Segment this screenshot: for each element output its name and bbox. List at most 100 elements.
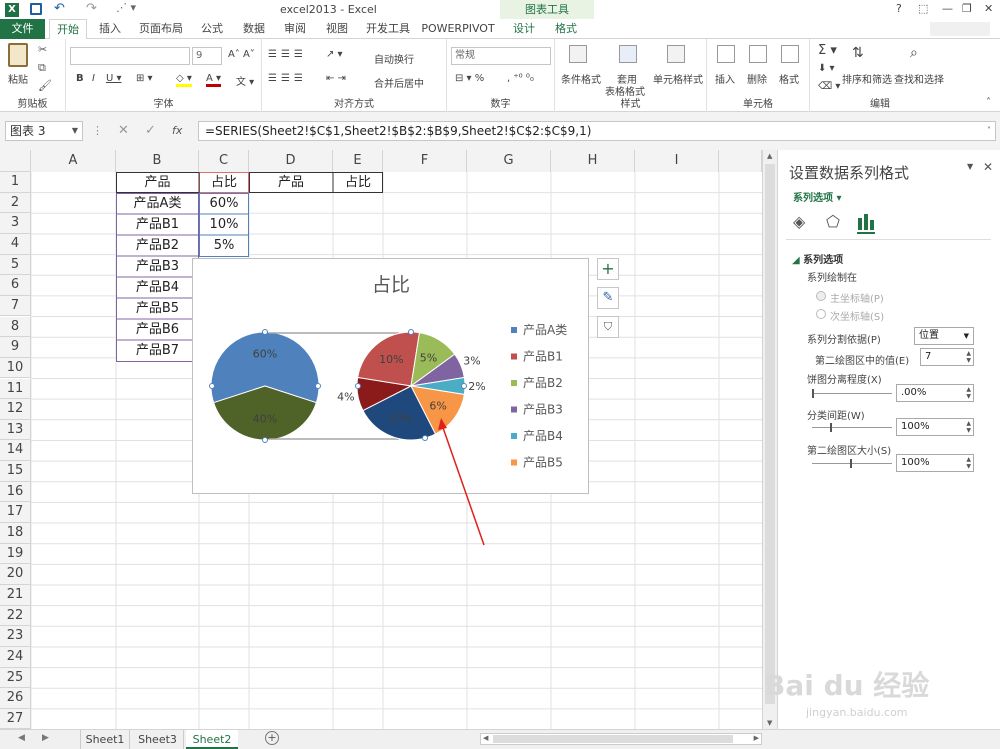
italic-icon[interactable]: I (92, 73, 95, 84)
cell-e1[interactable]: 占比 (333, 172, 383, 193)
minimize-icon[interactable]: — (942, 2, 953, 15)
cell-c4[interactable]: 5% (199, 235, 249, 256)
close-icon[interactable]: ✕ (984, 2, 993, 15)
row-header[interactable]: 2 (0, 192, 31, 214)
paste-button[interactable]: 粘贴 (8, 71, 28, 86)
row-header[interactable]: 19 (0, 543, 31, 565)
find-select-button[interactable]: 查找和选择 (894, 71, 944, 86)
align-left-icon[interactable]: ☰☰☰ (268, 73, 307, 84)
tab-home[interactable]: 开始 (49, 19, 87, 39)
cell-b8[interactable]: 产品B6 (116, 319, 199, 340)
row-header[interactable]: 10 (0, 357, 31, 379)
legend-entry[interactable]: 产品A类 (523, 323, 567, 337)
pane-close-icon[interactable]: ✕ (983, 160, 993, 174)
row-header[interactable]: 25 (0, 667, 31, 689)
name-box[interactable]: 图表 3 ▼ (5, 121, 83, 141)
scroll-left-icon[interactable]: ◀ (483, 734, 488, 742)
table-format-icon[interactable] (619, 45, 637, 63)
autosum-icon[interactable]: Σ ▾ (818, 43, 837, 58)
second-plot-size-input[interactable]: 100% ▲ ▼ (896, 454, 974, 472)
tab-format[interactable]: 格式 (548, 19, 584, 39)
row-header[interactable]: 12 (0, 399, 31, 420)
tab-insert[interactable]: 插入 (92, 19, 128, 39)
column-header-j[interactable] (719, 150, 762, 172)
scroll-down-icon[interactable]: ▼ (767, 719, 772, 727)
fill-icon[interactable]: ⬇ ▾ (818, 63, 835, 74)
grow-font-icon[interactable]: A˄ A˅ (228, 49, 255, 60)
cancel-icon[interactable]: ✕ (118, 123, 129, 138)
enter-icon[interactable]: ✓ (145, 123, 156, 138)
data-label[interactable]: 2% (468, 380, 485, 393)
legend-swatch[interactable] (511, 327, 517, 333)
row-header[interactable]: 17 (0, 502, 31, 523)
insert-function-icon[interactable]: fx (172, 124, 182, 137)
data-label[interactable]: 40% (253, 412, 277, 425)
prev-sheet-icon[interactable]: ◀ (18, 733, 25, 743)
row-header[interactable]: 11 (0, 378, 31, 400)
sheet-tab-sheet3[interactable]: Sheet3 (132, 730, 184, 749)
cell-styles-button[interactable]: 单元格样式 (653, 71, 703, 86)
legend-swatch[interactable] (511, 380, 517, 386)
spinner-icon[interactable]: ▲ ▼ (966, 456, 971, 470)
sort-filter-icon[interactable]: ⇅ (852, 45, 864, 61)
formula-input[interactable]: =SERIES(Sheet2!$C$1,Sheet2!$B$2:$B$9,She… (198, 121, 996, 141)
legend-entry[interactable]: 产品B1 (523, 350, 563, 364)
sheet-tab-sheet1[interactable]: Sheet1 (80, 730, 130, 749)
row-header[interactable]: 9 (0, 337, 31, 358)
tab-data[interactable]: 数据 (236, 19, 272, 39)
row-header[interactable]: 26 (0, 688, 31, 709)
wrap-text-button[interactable]: 自动换行 (374, 51, 414, 66)
row-header[interactable]: 14 (0, 440, 31, 462)
chart-styles-button[interactable]: ✎ (597, 287, 619, 309)
tab-powerpivot[interactable]: POWERPIVOT (421, 19, 495, 39)
tab-page-layout[interactable]: 页面布局 (134, 19, 188, 39)
cell-c1[interactable]: 占比 (199, 172, 249, 193)
second-plot-size-slider[interactable] (812, 459, 892, 468)
new-sheet-icon[interactable]: + (265, 731, 279, 745)
chart-elements-button[interactable]: + (597, 258, 619, 280)
cut-icon[interactable]: ✂ (38, 43, 47, 56)
phonetic-icon[interactable]: 文 ▾ (236, 73, 254, 88)
row-header[interactable]: 4 (0, 233, 31, 255)
column-header-a[interactable]: A (31, 150, 116, 172)
explosion-input[interactable]: .00% ▲ ▼ (896, 384, 974, 402)
sort-filter-button[interactable]: 排序和筛选 (842, 71, 892, 86)
selection-handle[interactable] (315, 383, 321, 389)
column-header-h[interactable]: H (551, 150, 635, 172)
cell-b7[interactable]: 产品B5 (116, 298, 199, 319)
font-name-dropdown[interactable] (70, 47, 190, 65)
spinner-icon[interactable]: ▲ ▼ (966, 350, 971, 364)
explosion-slider[interactable] (812, 389, 892, 398)
spinner-icon[interactable]: ▲ ▼ (966, 420, 971, 434)
legend-swatch[interactable] (511, 459, 517, 466)
conditional-format-button[interactable]: 条件格式 (561, 71, 601, 86)
column-header-f[interactable]: F (383, 150, 467, 172)
cell-d1[interactable]: 产品 (249, 172, 333, 193)
ribbon-display-icon[interactable]: ⬚ (918, 2, 928, 15)
merge-center-button[interactable]: 合并后居中 (374, 75, 424, 90)
redo-icon[interactable]: ↷ (86, 1, 97, 16)
scroll-up-icon[interactable]: ▲ (767, 152, 772, 160)
format-cells-icon[interactable] (781, 45, 799, 63)
primary-axis-radio[interactable] (816, 291, 826, 301)
chart-object[interactable]: 占比 60% 40% 10% 5% 3% 2% 6% 10% 4% 产品A类 产品B1 产品B2 产品B3… (192, 258, 589, 494)
column-header-g[interactable]: G (467, 150, 551, 172)
row-header[interactable]: 24 (0, 646, 31, 668)
copy-icon[interactable]: ⧉ (38, 61, 46, 75)
selection-handle[interactable] (422, 435, 428, 441)
column-header-d[interactable]: D (249, 150, 333, 172)
effects-icon[interactable]: ⬠ (826, 212, 840, 231)
currency-icon[interactable]: ⊟ ▾ % (455, 73, 484, 84)
delete-cells-button[interactable]: 删除 (747, 71, 767, 86)
row-header[interactable]: 3 (0, 213, 31, 234)
legend-swatch[interactable] (511, 406, 517, 413)
legend-swatch[interactable] (511, 353, 517, 360)
insert-cells-button[interactable]: 插入 (715, 71, 735, 86)
legend-swatch[interactable] (511, 433, 517, 439)
cell-b4[interactable]: 产品B2 (116, 235, 199, 256)
column-header-i[interactable]: I (635, 150, 719, 172)
format-painter-icon[interactable]: 🖌 (38, 79, 52, 92)
expand-formula-icon[interactable]: ˅ (987, 122, 991, 140)
data-label[interactable]: 6% (429, 400, 446, 413)
series-options-icon[interactable] (857, 212, 875, 234)
